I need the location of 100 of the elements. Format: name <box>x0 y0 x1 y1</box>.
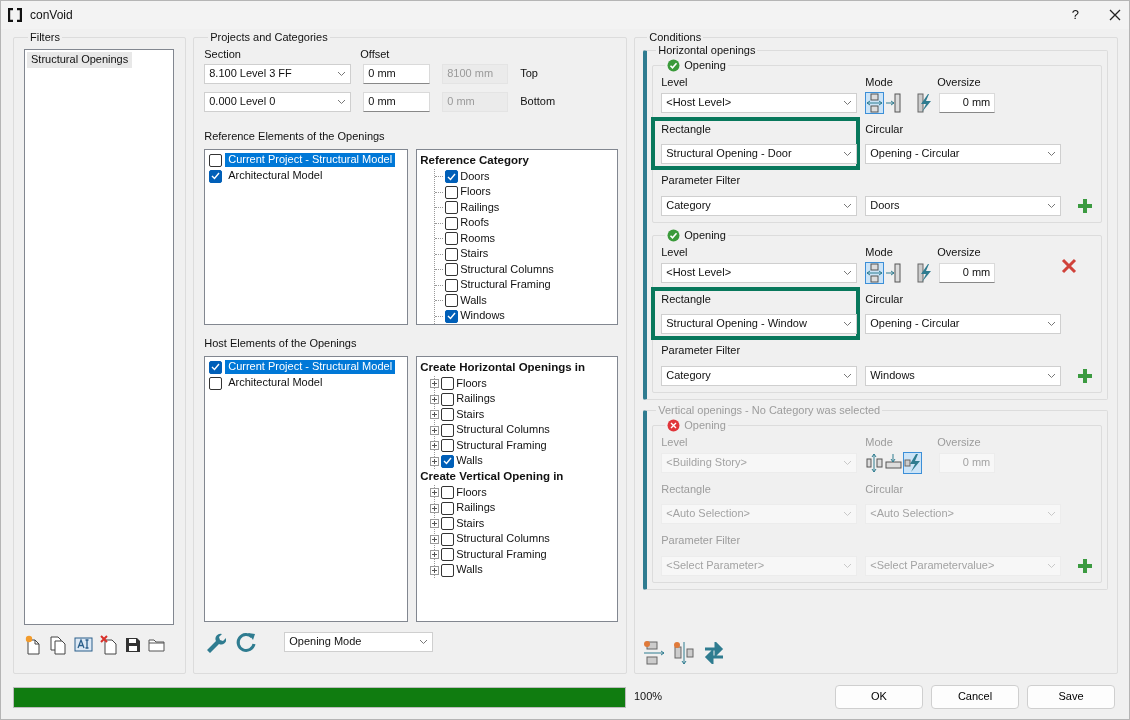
dialog-button[interactable]: Save <box>1027 685 1115 709</box>
tree-item[interactable]: Windows <box>460 309 505 324</box>
checkbox[interactable] <box>445 185 459 199</box>
checkbox[interactable] <box>441 517 455 531</box>
tree-item[interactable]: Floors <box>460 185 491 200</box>
checkbox[interactable] <box>445 201 459 215</box>
checkbox[interactable] <box>441 563 455 577</box>
checkbox[interactable] <box>441 377 455 391</box>
dialog-button[interactable]: Cancel <box>931 685 1019 709</box>
checkbox[interactable] <box>209 376 223 390</box>
parameter-value-dropdown[interactable]: Windows <box>865 366 1062 386</box>
parameter-dropdown[interactable]: Category <box>661 366 858 386</box>
delete-file-icon[interactable] <box>100 635 118 655</box>
rectangle-dropdown[interactable]: Structural Opening - Window <box>661 314 858 334</box>
checkbox[interactable] <box>445 216 459 230</box>
checkbox[interactable] <box>209 360 223 374</box>
tree-item[interactable]: Railings <box>456 392 496 407</box>
horizontal-opening-icon[interactable] <box>643 641 666 665</box>
mode-button[interactable] <box>865 92 885 114</box>
expand-icon[interactable] <box>430 394 440 404</box>
add-icon[interactable] <box>1077 558 1094 574</box>
checkbox[interactable] <box>441 439 455 453</box>
expand-icon[interactable] <box>430 456 440 466</box>
expand-icon[interactable] <box>430 534 440 544</box>
copy-icon[interactable] <box>49 635 67 655</box>
tree-item[interactable]: Structural Framing <box>456 547 547 562</box>
checkbox[interactable] <box>445 309 459 323</box>
checkbox[interactable] <box>445 170 459 184</box>
checkbox[interactable] <box>445 294 459 308</box>
checkbox[interactable] <box>441 486 455 500</box>
mode-button[interactable] <box>865 452 885 474</box>
oversize-field[interactable]: 0 mm <box>939 263 996 283</box>
remove-icon[interactable] <box>1061 258 1077 274</box>
tree-item[interactable]: Floors <box>456 376 487 391</box>
dialog-button[interactable]: OK <box>835 685 923 709</box>
add-icon[interactable] <box>1077 198 1094 214</box>
checkbox[interactable] <box>441 532 455 546</box>
model-list-item[interactable]: Architectural Model <box>225 169 326 183</box>
section-dropdown[interactable]: 0.000 Level 0 <box>204 92 352 112</box>
refresh-icon[interactable] <box>235 631 258 653</box>
checkbox[interactable] <box>209 169 223 183</box>
mode-button[interactable] <box>865 262 885 284</box>
circular-dropdown[interactable]: Opening - Circular <box>865 144 1062 164</box>
checkbox[interactable] <box>441 548 455 562</box>
opening-mode-dropdown[interactable]: Opening Mode <box>284 632 434 652</box>
checkbox[interactable] <box>441 408 455 422</box>
parameter-dropdown[interactable]: Category <box>661 196 858 216</box>
model-list-item[interactable]: Current Project - Structural Model <box>225 153 396 167</box>
tree-item[interactable]: Walls <box>456 563 483 578</box>
tree-item[interactable]: Structural Columns <box>460 262 554 277</box>
tree-item[interactable]: Rooms <box>460 231 496 246</box>
parameter-value-dropdown[interactable]: Doors <box>865 196 1062 216</box>
tree-item[interactable]: Structural Columns <box>456 423 550 438</box>
tree-item[interactable]: Walls <box>460 293 487 308</box>
model-list-item[interactable]: Architectural Model <box>225 376 326 390</box>
mode-button[interactable] <box>884 92 904 114</box>
tree-item[interactable]: Stairs <box>456 516 485 531</box>
checkbox[interactable] <box>445 232 459 246</box>
checkbox[interactable] <box>445 247 459 261</box>
checkbox[interactable] <box>445 278 459 292</box>
mode-button[interactable] <box>903 452 923 474</box>
text-field-icon[interactable] <box>74 636 93 654</box>
save-icon[interactable] <box>125 637 141 653</box>
offset-field[interactable]: 0 mm <box>363 64 431 84</box>
checkbox[interactable] <box>445 263 459 277</box>
expand-icon[interactable] <box>430 410 440 420</box>
expand-icon[interactable] <box>430 519 440 529</box>
tree-item[interactable]: Roofs <box>460 216 489 231</box>
model-list-item[interactable]: Current Project - Structural Model <box>225 360 396 374</box>
expand-icon[interactable] <box>430 488 440 498</box>
tree-item[interactable]: Stairs <box>460 247 489 262</box>
tree-item[interactable]: Stairs <box>456 407 485 422</box>
circular-dropdown[interactable]: Opening - Circular <box>865 314 1062 334</box>
offset-field[interactable]: 0 mm <box>363 92 431 112</box>
expand-icon[interactable] <box>430 550 440 560</box>
swap-icon[interactable] <box>703 642 726 664</box>
oversize-field[interactable]: 0 mm <box>939 93 996 113</box>
folder-icon[interactable] <box>148 638 165 652</box>
expand-icon[interactable] <box>430 565 440 575</box>
checkbox[interactable] <box>441 423 455 437</box>
expand-icon[interactable] <box>430 379 440 389</box>
add-icon[interactable] <box>1077 368 1094 384</box>
tree-item[interactable]: Floors <box>456 485 487 500</box>
tree-item[interactable]: Doors <box>460 169 490 184</box>
mode-button[interactable] <box>884 262 904 284</box>
tree-item[interactable]: Railings <box>456 501 496 516</box>
close-icon[interactable] <box>1109 9 1121 21</box>
checkbox[interactable] <box>209 153 223 167</box>
filter-list-item[interactable]: Structural Openings <box>27 52 133 68</box>
tree-item[interactable]: Walls <box>456 454 483 469</box>
tree-item[interactable]: Structural Columns <box>456 532 550 547</box>
expand-icon[interactable] <box>430 503 440 513</box>
expand-icon[interactable] <box>430 441 440 451</box>
vertical-opening-icon[interactable] <box>673 641 696 665</box>
tree-item[interactable]: Structural Framing <box>460 278 551 293</box>
expand-icon[interactable] <box>430 425 440 435</box>
help-button[interactable]: ? <box>1071 6 1079 24</box>
tree-item[interactable]: Railings <box>460 200 500 215</box>
rectangle-dropdown[interactable]: Structural Opening - Door <box>661 144 858 164</box>
level-dropdown[interactable]: <Host Level> <box>661 93 858 113</box>
